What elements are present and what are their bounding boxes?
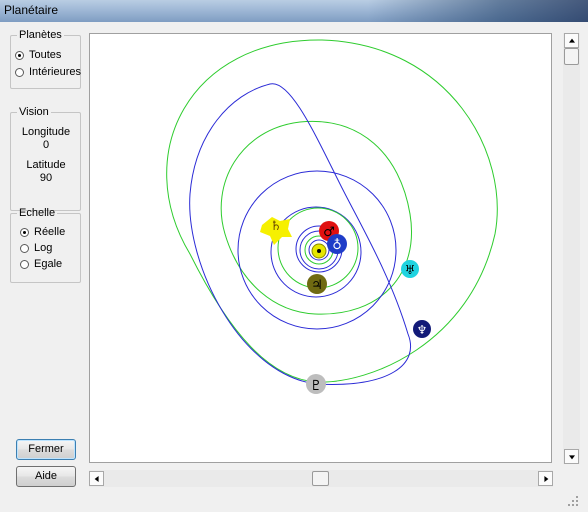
- uranus-symbol: ♅: [405, 263, 416, 277]
- scroll-down-button[interactable]: [564, 449, 579, 464]
- vertical-scroll-thumb[interactable]: [564, 48, 579, 65]
- echelle-legend: Echelle: [19, 207, 56, 219]
- radio-toutes-label: Toutes: [29, 49, 62, 61]
- radio-egale-label: Egale: [34, 258, 63, 270]
- window-title: Planétaire: [4, 3, 59, 17]
- radio-toutes[interactable]: Toutes: [15, 49, 61, 61]
- earth-symbol: ♁: [332, 238, 342, 253]
- orbit-pluto: [189, 83, 412, 385]
- orbit-canvas[interactable]: ♂ ♁ ♄ ♃ ♅ ♆ ♇: [89, 33, 552, 463]
- close-button[interactable]: Fermer: [16, 439, 76, 460]
- client-area: Planètes Toutes Intérieures Vision Longi…: [0, 22, 588, 512]
- pluto-symbol: ♇: [310, 378, 323, 394]
- orbit-svg: ♂ ♁ ♄ ♃ ♅ ♆ ♇: [166, 39, 498, 394]
- radio-reelle-label: Réelle: [34, 226, 66, 238]
- radio-reelle[interactable]: Réelle: [20, 226, 65, 238]
- saturn-symbol: ♄: [270, 219, 282, 234]
- planetes-legend: Planètes: [19, 29, 62, 41]
- resize-grip-icon[interactable]: [566, 494, 580, 508]
- radio-egale-indicator[interactable]: [20, 259, 29, 269]
- radio-interieures-indicator[interactable]: [15, 67, 24, 77]
- arrow-down-icon: [568, 454, 575, 459]
- scroll-left-button[interactable]: [89, 471, 104, 486]
- title-bar[interactable]: Planétaire: [0, 0, 588, 22]
- radio-interieures[interactable]: Intérieures: [15, 66, 81, 78]
- radio-log-indicator[interactable]: [20, 243, 29, 253]
- horizontal-scroll-thumb[interactable]: [312, 471, 329, 486]
- jupiter-symbol: ♃: [311, 278, 323, 293]
- radio-egale[interactable]: Egale: [20, 258, 62, 270]
- radio-interieures-label: Intérieures: [29, 66, 81, 78]
- latitude-value: 90: [39, 172, 53, 184]
- radio-log[interactable]: Log: [20, 242, 52, 254]
- longitude-label: Longitude: [21, 126, 71, 138]
- radio-toutes-indicator[interactable]: [15, 50, 24, 60]
- scroll-right-button[interactable]: [538, 471, 553, 486]
- radio-reelle-indicator[interactable]: [20, 227, 29, 237]
- scroll-up-button[interactable]: [564, 33, 579, 48]
- sun-center-dot: [317, 249, 321, 253]
- vision-legend: Vision: [19, 106, 49, 118]
- title-bar-background: [368, 0, 588, 22]
- vertical-scrollbar[interactable]: [563, 33, 580, 464]
- radio-log-label: Log: [34, 242, 53, 254]
- longitude-value: 0: [42, 139, 50, 151]
- horizontal-scrollbar[interactable]: [89, 470, 553, 487]
- latitude-label: Latitude: [26, 159, 66, 171]
- arrow-right-icon: [543, 475, 548, 482]
- planetarium-window: Planétaire Planètes Toutes Intérieures V…: [0, 0, 588, 512]
- arrow-up-icon: [568, 38, 575, 43]
- help-button[interactable]: Aide: [16, 466, 76, 487]
- neptune-symbol: ♆: [417, 323, 428, 337]
- arrow-left-icon: [94, 475, 99, 482]
